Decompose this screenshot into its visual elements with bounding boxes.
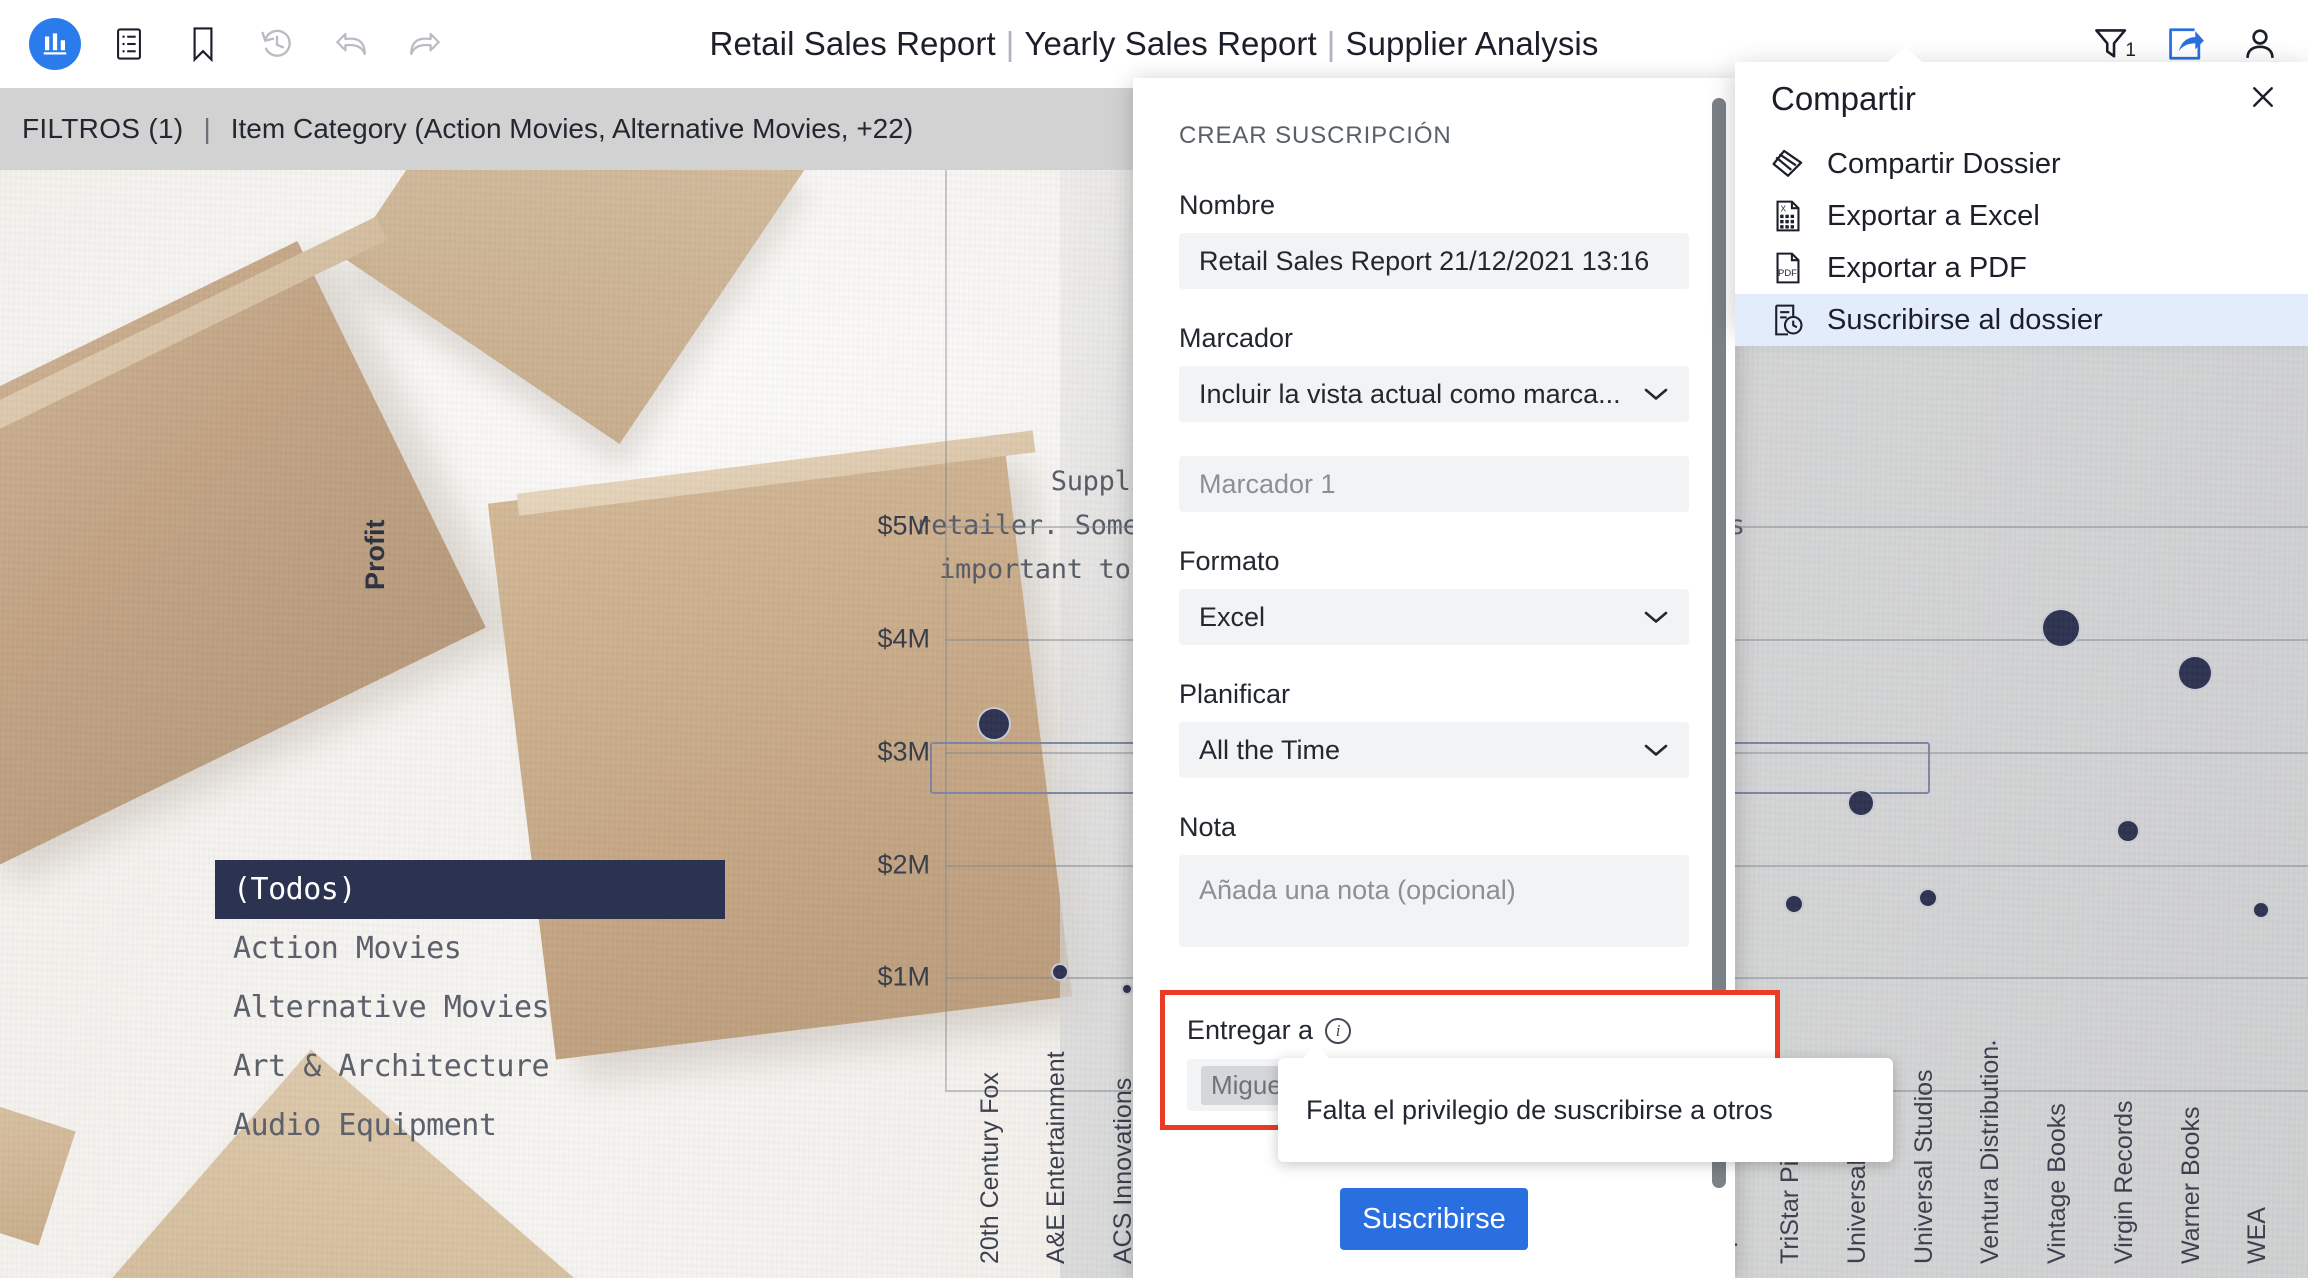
chart-y-tick-label: $1M: [877, 961, 930, 992]
filter-bar-divider: |: [203, 113, 211, 144]
svg-text:PDF: PDF: [1778, 267, 1797, 278]
chart-data-point[interactable]: [2252, 900, 2271, 919]
category-filter-item-label: Alternative Movies: [233, 990, 550, 1025]
filter-count-badge: 1: [2125, 40, 2136, 61]
name-field-label: Nombre: [1179, 190, 1276, 220]
excel-file-icon: X: [1771, 199, 1805, 233]
share-menu-item[interactable]: X Exportar a Excel: [1735, 190, 2308, 242]
chevron-down-icon: [1643, 386, 1669, 402]
pdf-file-icon: PDF: [1771, 251, 1805, 285]
chart-x-tick-label: Virgin Records: [2109, 1100, 2138, 1264]
chart-data-point[interactable]: [1784, 894, 1805, 914]
table-of-contents-icon[interactable]: [92, 0, 166, 88]
chart-y-tick: $1M: [770, 962, 930, 993]
schedule-select-value: All the Time: [1199, 734, 1341, 765]
toolbar-left-group: [18, 0, 462, 88]
chart-data-point[interactable]: [2176, 654, 2213, 691]
svg-text:X: X: [1781, 204, 1787, 214]
chart-data-point[interactable]: [1917, 888, 1938, 909]
breadcrumb-segment-2: Yearly Sales Report: [1024, 25, 1317, 62]
category-filter-item[interactable]: Audio Equipment: [215, 1096, 725, 1155]
redo-icon[interactable]: [388, 0, 462, 88]
breadcrumb-separator: |: [1326, 25, 1336, 62]
chart-data-point[interactable]: [1051, 962, 1070, 981]
share-menu-item-label: Exportar a PDF: [1827, 251, 2027, 284]
share-menu-item-label: Suscribirse al dossier: [1827, 303, 2103, 336]
chart-data-point[interactable]: [976, 706, 1011, 741]
share-menu-list: Compartir Dossier X Exportar a Excel PDF Exp…: [1735, 138, 2308, 346]
breadcrumb-segment-1: Retail Sales Report: [709, 25, 996, 62]
privilege-tooltip: Falta el privilegio de suscribirse a otr…: [1278, 1045, 1893, 1162]
deliver-to-label: Entregar a i: [1187, 1015, 1352, 1046]
share-menu-item[interactable]: PDF Exportar a PDF: [1735, 242, 2308, 294]
category-filter-item[interactable]: Action Movies: [215, 919, 725, 978]
category-filter-item[interactable]: Alternative Movies: [215, 978, 725, 1037]
share-popover: Compartir Compartir Dossier X Exportar a E…: [1735, 46, 2308, 346]
chevron-down-icon: [1643, 742, 1669, 758]
subscription-name-input[interactable]: Retail Sales Report 21/12/2021 13:16: [1179, 233, 1689, 289]
chart-y-tick: $2M: [770, 849, 930, 880]
chart-y-tick-label: $2M: [877, 849, 930, 880]
chart-data-point[interactable]: [1121, 982, 1134, 995]
item-category-filter-list[interactable]: (Todos) Action Movies Alternative Movies Ar…: [215, 860, 725, 1155]
chart-y-tick-label: $3M: [877, 736, 930, 767]
format-field-label: Formato: [1179, 546, 1280, 576]
bookmark-name-input[interactable]: Marcador 1: [1179, 456, 1689, 512]
share-menu-item-label: Exportar a Excel: [1827, 199, 2040, 232]
dashboard-logo-icon[interactable]: [18, 0, 92, 88]
bookmark-icon[interactable]: [166, 0, 240, 88]
share-menu-item[interactable]: Suscribirse al dossier: [1735, 294, 2308, 346]
bookmark-field-label: Marcador: [1179, 323, 1294, 353]
format-select-value: Excel: [1199, 601, 1266, 632]
chart-data-point[interactable]: [2115, 818, 2140, 843]
chart-x-tick-label: A&E Entertainment: [1042, 1051, 1071, 1264]
chart-x-tick-label: Ventura Distribution: [1976, 1045, 2005, 1264]
chart-x-tick-label: 20th Century Fox: [975, 1072, 1004, 1264]
chart-y-tick: $4M: [770, 624, 930, 655]
close-icon[interactable]: [2242, 76, 2284, 118]
breadcrumb-separator: |: [1005, 25, 1015, 62]
chart-y-tick: $3M: [770, 736, 930, 767]
format-select[interactable]: Excel: [1179, 589, 1689, 645]
subscription-heading: CREAR SUSCRIPCIÓN: [1179, 122, 1452, 149]
filter-bar-value[interactable]: Item Category (Action Movies, Alternativ…: [231, 113, 913, 145]
category-filter-item-label: Art & Architecture: [233, 1049, 550, 1084]
chart-y-tick-label: $5M: [877, 510, 930, 541]
bookmark-select[interactable]: Incluir la vista actual como marca...: [1179, 366, 1689, 422]
category-filter-item[interactable]: (Todos): [215, 860, 725, 919]
bookmark-select-value: Incluir la vista actual como marca...: [1199, 378, 1621, 409]
chart-data-point[interactable]: [2041, 607, 2082, 648]
schedule-select[interactable]: All the Time: [1179, 722, 1689, 778]
chart-y-axis-label: Profit: [360, 519, 390, 591]
filter-bar-label: FILTROS (1): [22, 113, 184, 144]
info-icon[interactable]: i: [1325, 1017, 1352, 1044]
share-popover-title: Compartir: [1771, 80, 1916, 117]
chart-x-tick-label: Warner Books: [2176, 1106, 2205, 1264]
share-menu-item[interactable]: Compartir Dossier: [1735, 138, 2308, 190]
breadcrumb-segment-3: Supplier Analysis: [1345, 25, 1599, 62]
chart-x-tick-label: WEA: [2243, 1207, 2272, 1264]
history-icon[interactable]: [240, 0, 314, 88]
category-filter-item-label: Audio Equipment: [233, 1108, 497, 1143]
chart-data-point[interactable]: [1847, 788, 1875, 817]
app-root: Suppliers are the backbone of every reta…: [0, 0, 2308, 1278]
deliver-to-label-text: Entregar a: [1187, 1015, 1314, 1045]
undo-icon[interactable]: [314, 0, 388, 88]
note-field-label: Nota: [1179, 812, 1237, 842]
category-filter-item-label: Action Movies: [233, 931, 462, 966]
schedule-field-label: Planificar: [1179, 679, 1291, 709]
subscribe-clock-icon: [1771, 303, 1805, 337]
chart-y-tick: $5M: [770, 511, 930, 542]
share-dossier-icon: [1771, 147, 1805, 181]
subscribe-button[interactable]: Suscribirse: [1340, 1188, 1528, 1250]
share-menu-item-label: Compartir Dossier: [1827, 147, 2061, 180]
chart-y-axis: [945, 170, 947, 1090]
note-textarea[interactable]: Añada una nota (opcional): [1179, 855, 1689, 947]
chevron-down-icon: [1643, 609, 1669, 625]
chart-x-tick-label: Universal Studios: [1909, 1069, 1938, 1264]
chart-y-tick-label: $4M: [877, 623, 930, 654]
category-filter-item[interactable]: Art & Architecture: [215, 1037, 725, 1096]
category-filter-item-label: (Todos): [233, 872, 356, 907]
chart-x-tick-label: Vintage Books: [2043, 1103, 2072, 1264]
